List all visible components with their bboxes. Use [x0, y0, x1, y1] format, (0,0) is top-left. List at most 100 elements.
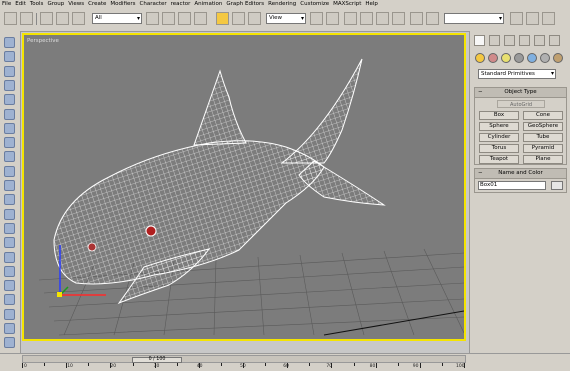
brush-icon[interactable]: [4, 165, 15, 177]
menu-item[interactable]: Animation: [192, 0, 224, 9]
ruler-tick-label: 70: [326, 364, 333, 369]
pyramid-button[interactable]: Pyramid: [523, 144, 563, 153]
geometry-icon[interactable]: [475, 53, 485, 63]
rectangular-selection-icon[interactable]: [178, 12, 191, 25]
quick-render-icon[interactable]: [542, 12, 555, 25]
sphere-button[interactable]: Sphere: [479, 122, 519, 131]
perspective-viewport[interactable]: Perspective: [22, 33, 466, 341]
mirror-icon[interactable]: [426, 12, 439, 25]
modify-tab-icon[interactable]: [489, 35, 500, 46]
teapot-button[interactable]: Teapot: [479, 155, 519, 164]
link-icon[interactable]: [4, 137, 15, 149]
select-and-manipulate-icon[interactable]: [326, 12, 339, 25]
helpers-icon[interactable]: [527, 53, 537, 63]
select-by-name-icon[interactable]: [162, 12, 175, 25]
menu-item[interactable]: Modifiers: [108, 0, 137, 9]
window-crossing-icon[interactable]: [194, 12, 207, 25]
ruler-tick-label: 100: [456, 364, 465, 369]
ruler-tick: [176, 363, 178, 366]
cone-button[interactable]: Cone: [523, 111, 563, 120]
rotate-icon[interactable]: [4, 208, 15, 220]
viewport-layout-icon[interactable]: [4, 37, 15, 48]
lights-icon[interactable]: [501, 53, 511, 63]
menu-item[interactable]: Create: [86, 0, 108, 9]
menu-item[interactable]: Help: [363, 0, 380, 9]
menu-item[interactable]: Graph Editors: [224, 0, 266, 9]
menu-item[interactable]: Edit: [13, 0, 28, 9]
select-and-scale-icon[interactable]: [248, 12, 261, 25]
motion-tab-icon[interactable]: [519, 35, 530, 46]
align-icon[interactable]: [4, 79, 15, 91]
object-color-swatch[interactable]: [551, 181, 563, 190]
object-type-header[interactable]: − Object Type: [475, 88, 566, 98]
reference-coordinate-dropdown[interactable]: View: [266, 13, 306, 24]
paint-icon[interactable]: [4, 151, 15, 163]
display-tab-icon[interactable]: [534, 35, 545, 46]
named-selection-sets-dropdown[interactable]: [444, 13, 504, 24]
primitive-category-dropdown[interactable]: Standard Primitives: [478, 69, 556, 79]
utilities-tab-icon[interactable]: [549, 35, 560, 46]
bind-to-space-warp-icon[interactable]: [72, 12, 85, 25]
shapes-icon[interactable]: [488, 53, 498, 63]
time-slider-track[interactable]: 0 / 100: [22, 355, 466, 363]
render-scene-icon[interactable]: [526, 12, 539, 25]
torus-button[interactable]: Torus: [479, 144, 519, 153]
isolate-icon[interactable]: [4, 51, 15, 63]
space-warps-icon[interactable]: [540, 53, 550, 63]
move-icon[interactable]: [4, 294, 15, 306]
cameras-icon[interactable]: [514, 53, 524, 63]
sphere-icon[interactable]: [4, 194, 15, 206]
tube-button[interactable]: Tube: [523, 133, 563, 142]
object-name-field[interactable]: Box01: [478, 181, 546, 190]
name-and-color-header[interactable]: − Name and Color: [475, 169, 566, 179]
unlink-selection-icon[interactable]: [56, 12, 69, 25]
camera-icon[interactable]: [4, 251, 15, 263]
cylinder-button[interactable]: Cylinder: [479, 133, 519, 142]
geosphere-button[interactable]: GeoSphere: [523, 122, 563, 131]
percent-snap-icon[interactable]: [376, 12, 389, 25]
menu-item[interactable]: Group: [45, 0, 66, 9]
object-type-title: Object Type: [504, 89, 537, 95]
ruler-tick-label: 90: [412, 364, 419, 369]
menu-item[interactable]: Tools: [28, 0, 46, 9]
zoom-icon[interactable]: [4, 308, 15, 320]
undo-icon[interactable]: [4, 12, 17, 25]
menu-item[interactable]: MAXScript: [331, 0, 363, 9]
render-icon[interactable]: [4, 265, 15, 277]
spinner-snap-icon[interactable]: [392, 12, 405, 25]
menu-item[interactable]: Character: [138, 0, 169, 9]
orbit-icon[interactable]: [4, 323, 15, 334]
select-and-link-icon[interactable]: [40, 12, 53, 25]
autogrid-checkbox[interactable]: AutoGrid: [497, 100, 545, 108]
pencil-icon[interactable]: [4, 122, 15, 134]
material-editor-icon[interactable]: [510, 12, 523, 25]
create-tab-icon[interactable]: [474, 35, 485, 46]
menu-item[interactable]: Views: [66, 0, 86, 9]
menu-item[interactable]: File: [0, 0, 13, 9]
scale-icon[interactable]: [4, 222, 15, 234]
pan-icon[interactable]: [4, 337, 15, 349]
selection-filter-dropdown[interactable]: All: [92, 13, 142, 24]
select-and-move-icon[interactable]: [216, 12, 229, 25]
tool-icon[interactable]: [4, 180, 15, 191]
menu-item[interactable]: Rendering: [266, 0, 298, 9]
box-button[interactable]: Box: [479, 111, 519, 120]
snaps-toggle-icon[interactable]: [344, 12, 357, 25]
use-pivot-center-icon[interactable]: [310, 12, 323, 25]
snap-icon[interactable]: [4, 94, 15, 106]
menu-item[interactable]: Customize: [298, 0, 331, 9]
grid-icon[interactable]: [4, 237, 15, 249]
select-and-rotate-icon[interactable]: [232, 12, 245, 25]
keyframe-icon[interactable]: [4, 108, 15, 120]
hierarchy-tab-icon[interactable]: [504, 35, 515, 46]
info-icon[interactable]: [4, 280, 15, 292]
sphere-tool-icon[interactable]: [4, 65, 15, 77]
menu-item[interactable]: reactor: [169, 0, 193, 9]
time-slider-area: 0 / 100 0 10 20 30 40 50 60 70 80 90 100: [0, 353, 570, 371]
systems-icon[interactable]: [553, 53, 563, 63]
redo-icon[interactable]: [20, 12, 33, 25]
select-object-icon[interactable]: [146, 12, 159, 25]
plane-button[interactable]: Plane: [523, 155, 563, 164]
edit-named-selection-icon[interactable]: [410, 12, 423, 25]
angle-snap-icon[interactable]: [360, 12, 373, 25]
